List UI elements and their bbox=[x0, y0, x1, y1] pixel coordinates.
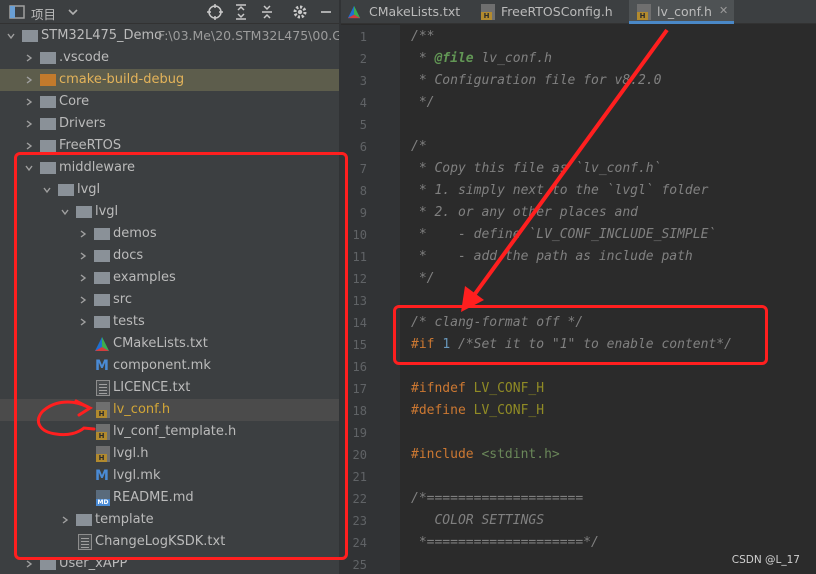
code-line-9: * 2. or any other places and bbox=[411, 205, 638, 220]
code-line-8: * 1. simply next to the `lvgl` folder bbox=[411, 183, 709, 198]
code-line-18: #define LV_CONF_H bbox=[411, 403, 544, 418]
tree-item-label: FreeRTOS bbox=[59, 138, 122, 153]
tab-label: lv_conf.h bbox=[657, 4, 712, 19]
tab-freertosconfig[interactable]: H FreeRTOSConfig.h bbox=[475, 0, 627, 24]
code-line-3: * Configuration file for v8.2.0 bbox=[411, 73, 662, 88]
project-root-path: F:\03.Me\20.STM32L475\00.Gite bbox=[158, 28, 339, 43]
code-line-2: * @file lv_conf.h bbox=[411, 51, 552, 66]
tree-item-label: Drivers bbox=[59, 116, 106, 131]
code-line-12: */ bbox=[411, 271, 435, 286]
annotation-box-tree bbox=[14, 152, 348, 560]
editor-tabs: CMakeLists.txt H FreeRTOSConfig.h H lv_c… bbox=[341, 0, 816, 24]
tree-item-core[interactable]: Core bbox=[0, 91, 339, 113]
preprocessor-keyword: #include bbox=[411, 447, 474, 462]
project-toolbar: 项目 bbox=[0, 0, 339, 24]
tab-label: CMakeLists.txt bbox=[369, 4, 461, 19]
code-line-10: * - define `LV_CONF_INCLUDE_SIMPLE` bbox=[411, 227, 717, 242]
code-line-1: /** bbox=[411, 29, 435, 44]
folder-icon bbox=[40, 140, 56, 152]
expand-all-icon[interactable] bbox=[232, 3, 250, 21]
cmake-icon bbox=[347, 5, 361, 19]
code-line-20: #include <stdint.h> bbox=[411, 447, 560, 462]
project-view-icon[interactable] bbox=[8, 3, 26, 21]
tree-item-cmake-build-debug[interactable]: cmake-build-debug bbox=[0, 69, 339, 91]
locate-icon[interactable] bbox=[206, 3, 224, 21]
project-root-label: STM32L475_Demo bbox=[41, 28, 163, 43]
header-file-icon: H bbox=[481, 4, 495, 20]
tree-item-label: cmake-build-debug bbox=[59, 72, 185, 87]
code-line-7: * Copy this file as `lv_conf.h` bbox=[411, 161, 662, 176]
line-number: 1 bbox=[359, 30, 367, 44]
line-number: 2 bbox=[359, 52, 367, 66]
preprocessor-keyword: #define bbox=[411, 403, 466, 418]
tab-label: FreeRTOSConfig.h bbox=[501, 4, 613, 19]
chevron-down-icon[interactable] bbox=[6, 31, 16, 41]
collapse-all-icon[interactable] bbox=[258, 3, 276, 21]
macro-name: LV_CONF_H bbox=[473, 403, 545, 418]
macro-name: LV_CONF_H bbox=[473, 381, 545, 396]
chevron-right-icon[interactable] bbox=[24, 141, 34, 151]
gear-icon[interactable] bbox=[291, 3, 309, 21]
tree-root[interactable]: STM32L475_Demo F:\03.Me\20.STM32L475\00.… bbox=[0, 25, 339, 47]
tree-item-drivers[interactable]: Drivers bbox=[0, 113, 339, 135]
folder-icon bbox=[40, 118, 56, 130]
tree-item-vscode[interactable]: .vscode bbox=[0, 47, 339, 69]
include-path: <stdint.h> bbox=[481, 447, 560, 462]
chevron-right-icon[interactable] bbox=[24, 97, 34, 107]
code-line-6: /* bbox=[411, 139, 427, 154]
line-number-gutter: 1 2 3 4 5 6 7 8 9 10 11 12 13 14 15 16 1… bbox=[341, 25, 409, 574]
folder-icon bbox=[40, 52, 56, 64]
line-number: 4 bbox=[359, 96, 367, 110]
project-panel-title[interactable]: 项目 bbox=[31, 4, 56, 23]
tab-cmakelists[interactable]: CMakeLists.txt bbox=[341, 0, 473, 24]
code-line-24: *====================*/ bbox=[411, 535, 599, 550]
folder-icon bbox=[22, 30, 38, 42]
doc-tag: @file bbox=[434, 51, 474, 66]
line-number: 3 bbox=[359, 74, 367, 88]
comment-text: lv_conf.h bbox=[473, 51, 552, 66]
header-file-icon: H bbox=[637, 4, 651, 20]
code-editor[interactable]: /** * @file lv_conf.h * Configuration fi… bbox=[400, 25, 816, 574]
comment-text: * bbox=[411, 51, 435, 66]
code-line-23: COLOR SETTINGS bbox=[411, 513, 545, 528]
chevron-right-icon[interactable] bbox=[24, 119, 34, 129]
line-number: 25 bbox=[352, 558, 367, 572]
code-line-4: */ bbox=[411, 95, 435, 110]
chevron-down-icon[interactable] bbox=[64, 3, 82, 21]
chevron-right-icon[interactable] bbox=[24, 559, 34, 569]
code-line-17: #ifndef LV_CONF_H bbox=[411, 381, 544, 396]
chevron-right-icon[interactable] bbox=[24, 75, 34, 85]
minimize-icon[interactable] bbox=[317, 3, 335, 21]
code-line-22: /*==================== bbox=[411, 491, 584, 506]
line-number: 5 bbox=[359, 118, 367, 132]
watermark: CSDN @L_17 bbox=[731, 554, 800, 566]
folder-icon bbox=[40, 96, 56, 108]
code-line-11: * - add the path as include path bbox=[411, 249, 693, 264]
close-icon[interactable]: ✕ bbox=[719, 4, 728, 17]
annotation-box-code bbox=[393, 305, 768, 365]
tab-lv-conf-h[interactable]: H lv_conf.h ✕ bbox=[629, 0, 734, 24]
chevron-right-icon[interactable] bbox=[24, 53, 34, 63]
tree-item-label: Core bbox=[59, 94, 90, 109]
preprocessor-keyword: #ifndef bbox=[411, 381, 466, 396]
folder-icon bbox=[40, 74, 56, 86]
tree-item-label: .vscode bbox=[59, 50, 109, 65]
